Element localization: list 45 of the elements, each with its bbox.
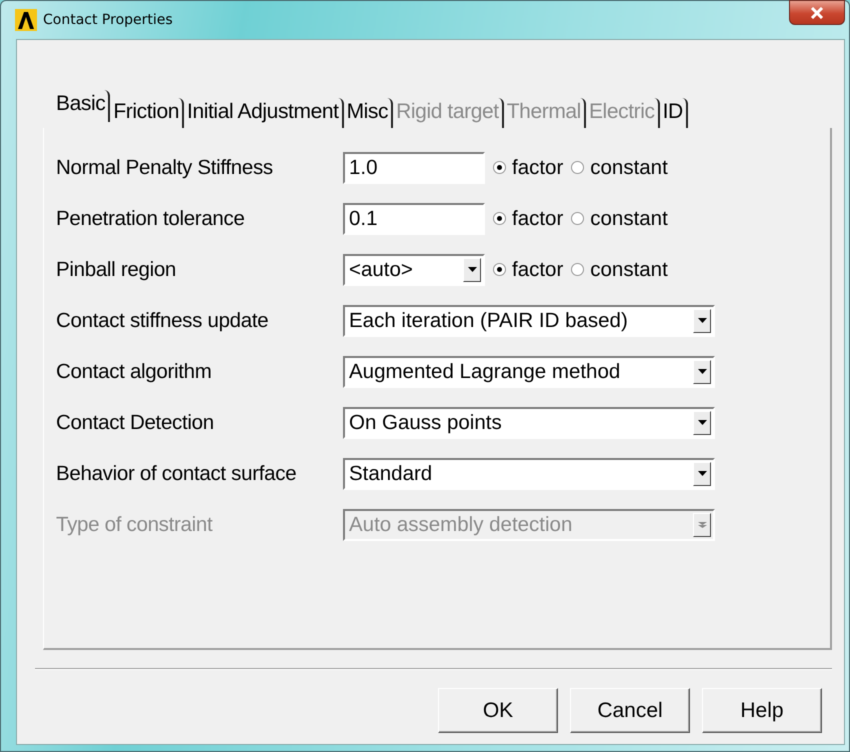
radio-button[interactable] xyxy=(493,263,506,276)
field-label: Contact Detection xyxy=(56,410,215,434)
radio-button[interactable] xyxy=(493,161,506,174)
radio-button[interactable] xyxy=(571,212,584,225)
field-label: Contact stiffness update xyxy=(56,308,270,332)
dropdown[interactable]: On Gauss points xyxy=(343,406,715,438)
caret-icon xyxy=(698,368,706,374)
caret-icon xyxy=(698,318,706,324)
double-caret-icon xyxy=(698,520,706,528)
field-label: Contact algorithm xyxy=(56,360,213,384)
tab[interactable]: ID xyxy=(660,98,688,128)
field-label: Penetration tolerance xyxy=(56,206,246,230)
input-field[interactable]: 1.0 xyxy=(343,152,485,184)
tab[interactable]: Misc xyxy=(344,98,394,128)
radio-option[interactable]: factor xyxy=(493,156,564,180)
radio-option[interactable]: constant xyxy=(571,258,668,282)
tab[interactable]: Basic xyxy=(53,90,110,122)
window-title: Contact Properties xyxy=(43,12,173,28)
dropdown[interactable]: <auto> xyxy=(343,254,485,286)
radio-option[interactable]: constant xyxy=(571,206,668,230)
radio-option[interactable]: constant xyxy=(571,156,668,180)
field-label: Type of constraint xyxy=(56,512,214,536)
dropdown[interactable]: Each iteration (PAIR ID based) xyxy=(343,304,715,336)
close-icon xyxy=(810,6,824,18)
radio-button[interactable] xyxy=(571,263,584,276)
field-label: Normal Penalty Stiffness xyxy=(56,156,274,180)
radio-button[interactable] xyxy=(493,212,506,225)
field-label: Behavior of contact surface xyxy=(56,462,298,486)
caret-icon xyxy=(698,420,706,426)
dialog-button[interactable]: Help xyxy=(702,688,822,733)
input-field[interactable]: 0.1 xyxy=(343,202,485,234)
radio-button[interactable] xyxy=(571,161,584,174)
radio-option[interactable]: factor xyxy=(493,258,564,282)
radio-option[interactable]: factor xyxy=(493,206,564,230)
dialog-button[interactable]: Cancel xyxy=(570,688,690,733)
dropdown[interactable]: Augmented Lagrange method xyxy=(343,356,715,388)
dropdown[interactable]: Standard xyxy=(343,458,715,490)
field-label: Pinball region xyxy=(56,258,178,282)
close-button[interactable] xyxy=(789,0,845,25)
tab[interactable]: Friction xyxy=(110,98,184,128)
caret-icon xyxy=(698,470,706,476)
caret-icon xyxy=(468,266,476,272)
tab[interactable]: Initial Adjustment xyxy=(184,98,344,128)
app-logo-icon xyxy=(15,9,37,31)
dialog-button[interactable]: OK xyxy=(438,688,558,733)
